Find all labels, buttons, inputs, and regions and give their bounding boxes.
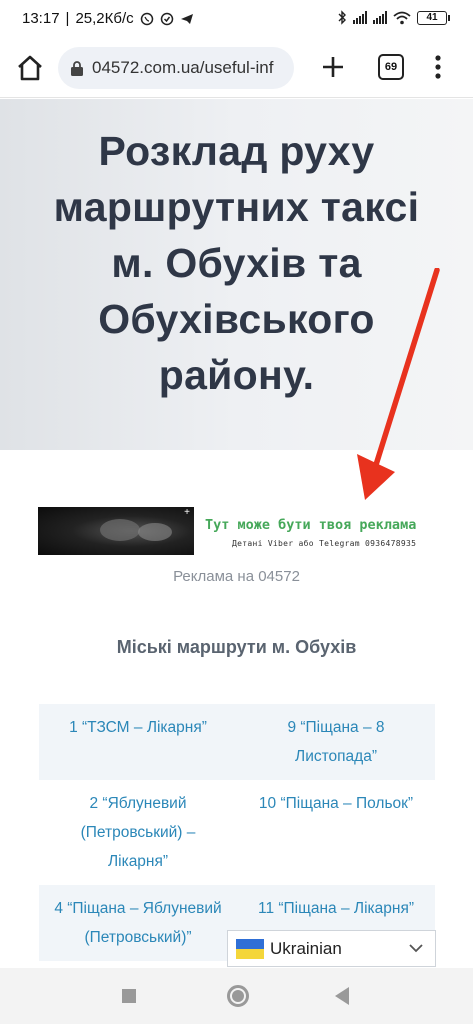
status-bar: 13:17 | 25,2Кб/с 41 [0, 0, 473, 38]
recents-icon[interactable] [122, 989, 136, 1003]
url-text: 04572.com.ua/useful-inf [92, 58, 274, 77]
ad-image-hand [100, 519, 140, 541]
status-left: 13:17 | 25,2Кб/с [22, 10, 194, 27]
more-menu-icon[interactable] [428, 52, 448, 82]
annotation-arrow [357, 268, 440, 500]
chevron-down-icon [409, 944, 423, 953]
language-selector[interactable]: Ukrainian [227, 930, 436, 967]
system-nav-bar [0, 968, 473, 1024]
wifi-icon [393, 11, 411, 24]
tab-switcher-button[interactable]: 69 [378, 54, 404, 80]
home-circle-icon[interactable] [227, 985, 249, 1007]
route-link[interactable]: 1 “ТЗСМ – Лікарня” [39, 704, 237, 780]
ad-image-hand-2 [138, 523, 172, 541]
route-link[interactable]: 2 “Яблуневий (Петровський) – Лікарня” [39, 780, 237, 885]
ad-headline[interactable]: Тут може бути твоя реклама [205, 517, 416, 533]
address-bar[interactable]: 04572.com.ua/useful-inf [58, 47, 294, 89]
route-link[interactable]: 4 “Піщана – Яблуневий (Петровський)” [39, 885, 237, 961]
viber-icon [140, 12, 153, 25]
ad-plus-icon: + [184, 507, 190, 518]
table-row: 2 “Яблуневий (Петровський) – Лікарня” 10… [39, 780, 435, 885]
route-link[interactable]: 9 “Піщана – 8 Листопада” [237, 704, 435, 780]
ukraine-flag-icon [236, 938, 264, 959]
telegram-icon [180, 13, 193, 24]
status-divider: | [65, 10, 70, 27]
back-icon[interactable] [333, 986, 351, 1006]
section-title: Міські маршрути м. Обухів [116, 637, 357, 657]
language-label: Ukrainian [270, 938, 342, 958]
route-link[interactable]: 10 “Піщана – Польок” [237, 780, 435, 885]
home-icon[interactable] [14, 52, 46, 84]
routes-table: 1 “ТЗСМ – Лікарня” 9 “Піщана – 8 Листопа… [39, 704, 435, 961]
status-right: 41 [337, 10, 450, 25]
lock-icon [71, 60, 83, 76]
bluetooth-icon [338, 10, 346, 25]
signal-icon-2 [373, 11, 387, 24]
ad-image[interactable]: + [38, 507, 194, 555]
status-speed: 25,2Кб/с [75, 10, 134, 27]
signal-icon [353, 11, 367, 24]
new-tab-icon[interactable] [318, 52, 348, 82]
status-time: 13:17 [22, 10, 60, 27]
ad-caption: Реклама на 04572 [173, 568, 300, 585]
browser-toolbar: 04572.com.ua/useful-inf 69 [0, 38, 473, 98]
table-row: 1 “ТЗСМ – Лікарня” 9 “Піщана – 8 Листопа… [39, 704, 435, 780]
ad-contact: Детані Viber або Telegram 0936478935 [232, 539, 417, 548]
battery-icon: 41 [417, 10, 450, 25]
check-circle-icon [160, 12, 173, 25]
